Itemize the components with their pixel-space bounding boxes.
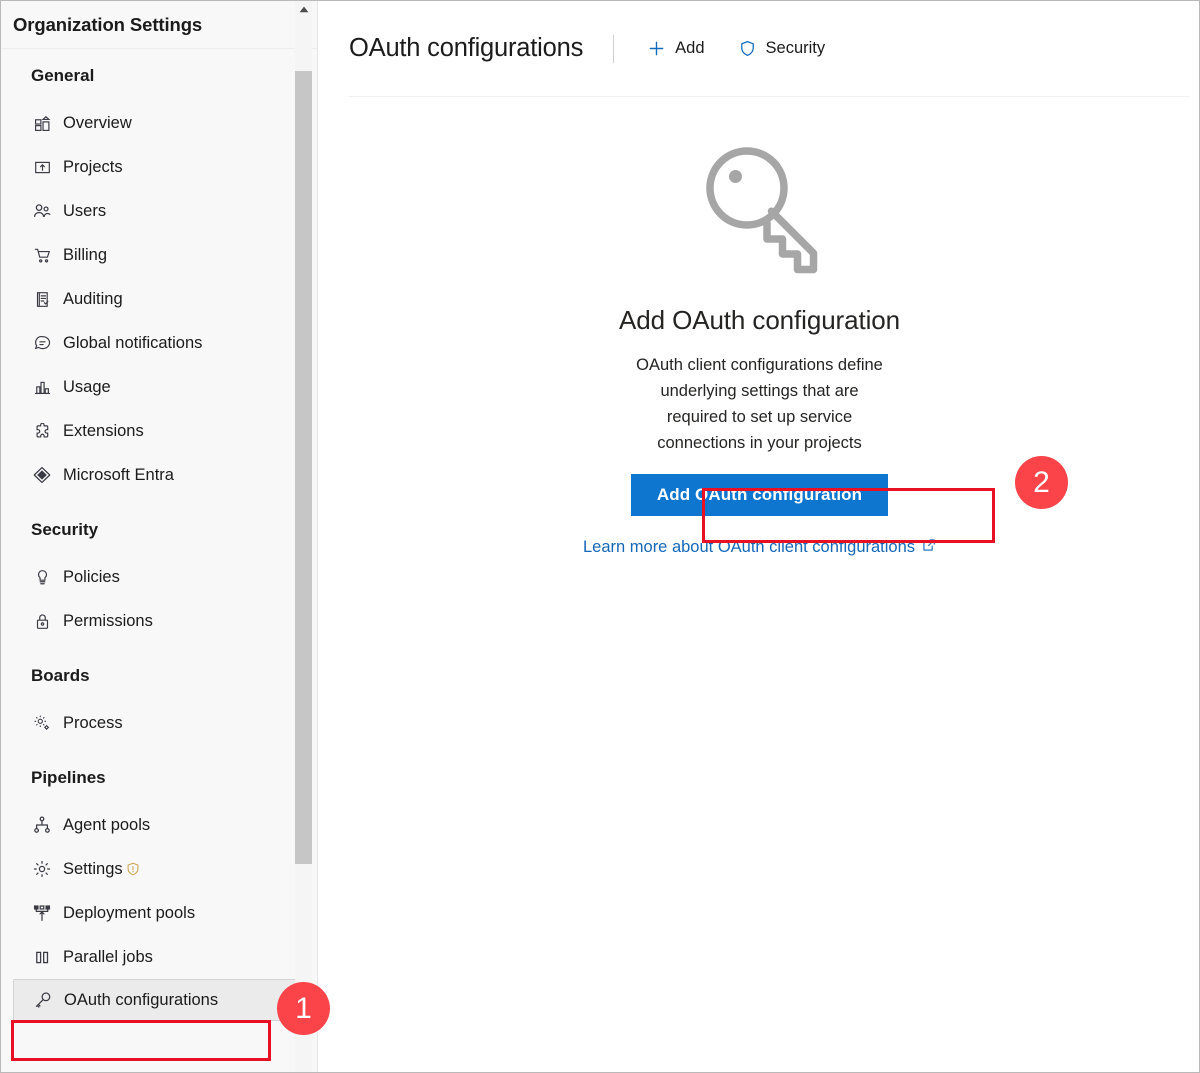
sidebar-item-process[interactable]: Process — [1, 701, 317, 745]
sidebar-item-label: Policies — [63, 568, 120, 587]
scroll-up-arrow-icon[interactable] — [295, 1, 312, 18]
settings-gear-icon — [31, 858, 53, 880]
sidebar-item-label: Overview — [63, 114, 132, 133]
sidebar-item-projects[interactable]: Projects — [1, 145, 317, 189]
billing-cart-icon — [31, 244, 53, 266]
sidebar-item-oauth-configurations[interactable]: OAuth configurations — [13, 979, 303, 1021]
sidebar-item-settings[interactable]: Settings — [1, 847, 317, 891]
sidebar-item-billing[interactable]: Billing — [1, 233, 317, 277]
sidebar-section-boards: Boards — [1, 663, 317, 689]
sidebar-item-users[interactable]: Users — [1, 189, 317, 233]
learn-more-link[interactable]: Learn more about OAuth client configurat… — [583, 538, 936, 557]
overview-icon — [31, 112, 53, 134]
microsoft-entra-icon — [31, 464, 53, 486]
page-toolbar: OAuth configurations Add Security — [319, 1, 1200, 96]
annotation-badge-2: 2 — [1015, 456, 1068, 509]
sidebar-item-deployment-pools[interactable]: Deployment pools — [1, 891, 317, 935]
security-button[interactable]: Security — [731, 34, 834, 63]
sidebar-item-label: Permissions — [63, 612, 153, 631]
usage-chart-icon — [31, 376, 53, 398]
extensions-puzzle-icon — [31, 420, 53, 442]
shield-icon — [739, 40, 756, 57]
page-title: OAuth configurations — [349, 34, 583, 63]
sidebar-item-label: Users — [63, 202, 106, 221]
sidebar-item-microsoft-entra[interactable]: Microsoft Entra — [1, 453, 317, 497]
sidebar-item-label: Billing — [63, 246, 107, 265]
sidebar-item-global-notifications[interactable]: Global notifications — [1, 321, 317, 365]
sidebar-item-label: Microsoft Entra — [63, 466, 174, 485]
parallel-jobs-icon — [31, 946, 53, 968]
sidebar-item-label: Process — [63, 714, 123, 733]
sidebar-item-label: Extensions — [63, 422, 144, 441]
agent-pools-icon — [31, 814, 53, 836]
annotation-badge-1: 1 — [277, 982, 330, 1035]
security-button-label: Security — [766, 39, 826, 58]
sidebar-section-pipelines: Pipelines — [1, 765, 317, 791]
notification-icon — [31, 332, 53, 354]
organization-settings-sidebar: Organization Settings General Overview — [1, 1, 318, 1072]
sidebar-section-security: Security — [1, 517, 317, 543]
sidebar-item-policies[interactable]: Policies — [1, 555, 317, 599]
warning-shield-icon — [126, 862, 140, 876]
sidebar-item-permissions[interactable]: Permissions — [1, 599, 317, 643]
sidebar-item-label: Auditing — [63, 290, 123, 309]
sidebar-nav-list: General Overview Proje — [1, 49, 317, 1021]
external-link-icon — [922, 538, 936, 557]
key-icon — [700, 141, 820, 283]
sidebar-item-overview[interactable]: Overview — [1, 101, 317, 145]
sidebar-item-agent-pools[interactable]: Agent pools — [1, 803, 317, 847]
sidebar-item-label: OAuth configurations — [64, 991, 218, 1010]
sidebar-item-label: Agent pools — [63, 816, 150, 835]
process-gear-icon — [31, 712, 53, 734]
sidebar-item-parallel-jobs[interactable]: Parallel jobs — [1, 935, 317, 979]
toolbar-separator — [613, 35, 614, 63]
sidebar-title: Organization Settings — [13, 14, 202, 36]
auditing-icon — [31, 288, 53, 310]
sidebar-section-general: General — [1, 63, 317, 89]
sidebar-item-usage[interactable]: Usage — [1, 365, 317, 409]
plus-icon — [648, 40, 665, 57]
sidebar-item-label: Global notifications — [63, 334, 202, 353]
add-oauth-configuration-button[interactable]: Add OAuth configuration — [631, 474, 888, 516]
sidebar-header: Organization Settings — [1, 1, 317, 49]
app-window: Organization Settings General Overview — [0, 0, 1200, 1073]
empty-state-description: OAuth client configurations define under… — [630, 352, 890, 456]
sidebar-item-label: Usage — [63, 378, 111, 397]
policies-icon — [31, 566, 53, 588]
sidebar-scrollbar-thumb[interactable] — [295, 71, 312, 864]
sidebar-item-extensions[interactable]: Extensions — [1, 409, 317, 453]
sidebar-item-auditing[interactable]: Auditing — [1, 277, 317, 321]
projects-icon — [31, 156, 53, 178]
add-button-label: Add — [675, 39, 704, 58]
sidebar-item-label: Parallel jobs — [63, 948, 153, 967]
sidebar-item-label: Settings — [63, 860, 123, 879]
toolbar-divider — [349, 96, 1189, 97]
sidebar-item-label: Deployment pools — [63, 904, 195, 923]
deployment-pools-icon — [31, 902, 53, 924]
oauth-key-icon — [32, 989, 54, 1011]
learn-more-label: Learn more about OAuth client configurat… — [583, 538, 915, 557]
users-icon — [31, 200, 53, 222]
main-content: OAuth configurations Add Security — [319, 1, 1200, 1072]
add-button[interactable]: Add — [640, 34, 712, 63]
permissions-lock-icon — [31, 610, 53, 632]
empty-state: Add OAuth configuration OAuth client con… — [319, 141, 1200, 557]
empty-state-title: Add OAuth configuration — [619, 305, 900, 336]
sidebar-item-label: Projects — [63, 158, 123, 177]
